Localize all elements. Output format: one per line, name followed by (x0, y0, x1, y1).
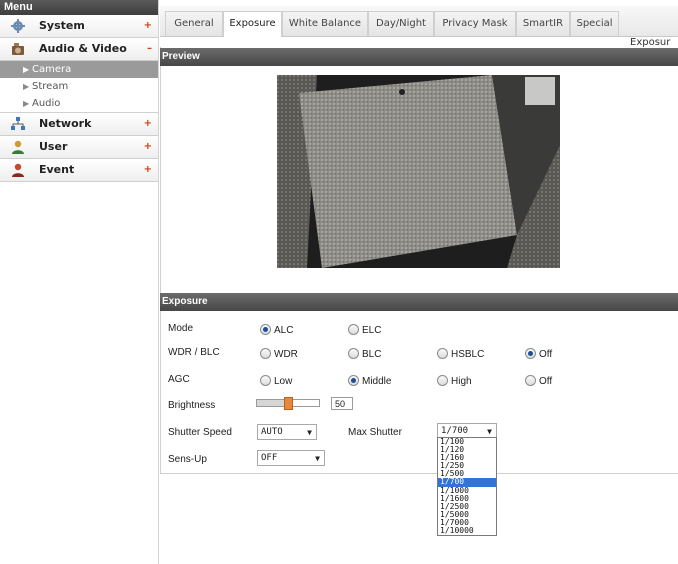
side-menu: Menu System + Audio & Video – ▶ Camera ▶ S… (0, 0, 159, 564)
arrow-right-icon: ▶ (23, 65, 30, 74)
brightness-value-input[interactable]: 50 (331, 397, 353, 410)
menu-category-label: Network (39, 117, 92, 130)
radio-selected-icon (260, 324, 271, 335)
max-shutter-dropdown-list[interactable]: 1/100 1/120 1/160 1/250 1/500 1/700 1/1000 1/16… (437, 437, 497, 537)
radio-icon (260, 375, 271, 386)
blc-radio[interactable]: BLC (348, 348, 381, 360)
menu-category-user[interactable]: User + (0, 136, 158, 159)
arrow-right-icon: ▶ (23, 99, 30, 108)
radio-icon (260, 348, 271, 359)
camera-preview-picture (277, 75, 560, 268)
menu-category-label: Event (39, 163, 75, 176)
expand-icon: + (143, 118, 152, 129)
sens-up-select[interactable]: OFF ▼ (257, 450, 325, 466)
event-icon (12, 163, 24, 177)
menu-category-event[interactable]: Event + (0, 159, 158, 182)
network-icon (11, 117, 25, 130)
brightness-slider[interactable] (256, 397, 320, 410)
menu-category-label: Audio & Video (39, 42, 127, 55)
radio-selected-icon (525, 348, 536, 359)
content-border (160, 47, 161, 474)
radio-icon (348, 348, 359, 359)
max-shutter-label: Max Shutter (348, 427, 402, 438)
tab-smartir[interactable]: SmartIR (516, 11, 570, 36)
wdr-radio[interactable]: WDR (260, 348, 298, 360)
brightness-label: Brightness (168, 400, 216, 411)
agc-label: AGC (168, 374, 190, 385)
mode-label: Mode (168, 323, 194, 334)
shutter-speed-select[interactable]: AUTO ▼ (257, 424, 317, 440)
menu-item-camera[interactable]: ▶ Camera (0, 61, 158, 78)
expand-icon: + (143, 141, 152, 152)
menu-category-label: System (39, 19, 85, 32)
tab-bar: General Exposure White Balance Day/Night… (160, 6, 678, 37)
radio-icon (348, 324, 359, 335)
menu-category-label: User (39, 140, 68, 153)
camera-preview-image (277, 75, 560, 268)
content-bottom-border (160, 473, 678, 474)
shutter-speed-label: Shutter Speed (168, 427, 232, 438)
radio-selected-icon (348, 375, 359, 386)
radio-icon (437, 348, 448, 359)
preview-header: Preview (160, 48, 678, 66)
slider-handle[interactable] (284, 397, 293, 410)
chevron-down-icon: ▼ (315, 454, 320, 463)
max-shutter-option[interactable]: 1/10000 (438, 526, 496, 535)
tab-general[interactable]: General (165, 11, 223, 36)
expand-icon: + (143, 20, 152, 31)
menu-category-network[interactable]: Network + (0, 113, 158, 136)
tab-white-balance[interactable]: White Balance (282, 11, 368, 36)
agc-middle-radio[interactable]: Middle (348, 375, 391, 387)
expand-icon: + (143, 164, 152, 175)
user-icon (12, 140, 24, 154)
radio-icon (437, 375, 448, 386)
wdr-off-radio[interactable]: Off (525, 348, 552, 360)
camera-icon (12, 43, 24, 55)
agc-low-radio[interactable]: Low (260, 375, 292, 387)
hsblc-radio[interactable]: HSBLC (437, 348, 484, 360)
menu-item-audio[interactable]: ▶ Audio (0, 95, 158, 113)
wdr-blc-label: WDR / BLC (168, 347, 220, 358)
exposure-header: Exposure (160, 293, 678, 311)
agc-off-radio[interactable]: Off (525, 375, 552, 387)
agc-high-radio[interactable]: High (437, 375, 472, 387)
tab-exposure[interactable]: Exposure (223, 11, 282, 37)
chevron-down-icon: ▼ (307, 428, 312, 437)
arrow-right-icon: ▶ (23, 82, 30, 91)
menu-title: Menu (0, 0, 158, 15)
tab-day-night[interactable]: Day/Night (368, 11, 434, 36)
sens-up-label: Sens-Up (168, 454, 207, 465)
tab-special[interactable]: Special (570, 11, 619, 36)
gear-icon (11, 19, 25, 33)
menu-item-stream[interactable]: ▶ Stream (0, 78, 158, 95)
menu-category-audio-video[interactable]: Audio & Video – (0, 38, 158, 61)
menu-category-system[interactable]: System + (0, 15, 158, 38)
mode-alc-radio[interactable]: ALC (260, 324, 293, 336)
page-label: Exposur (630, 37, 671, 48)
mode-elc-radio[interactable]: ELC (348, 324, 381, 336)
collapse-icon: – (147, 43, 152, 54)
radio-icon (525, 375, 536, 386)
tab-privacy-mask[interactable]: Privacy Mask (434, 11, 516, 36)
